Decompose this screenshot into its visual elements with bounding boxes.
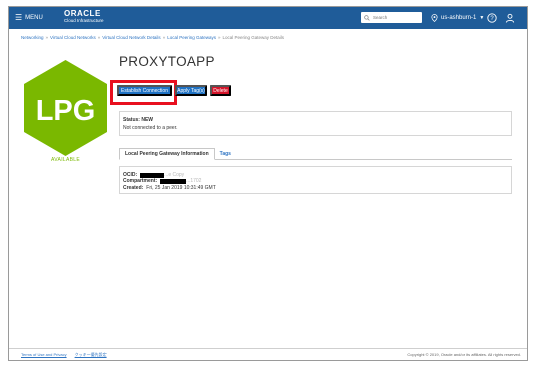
apply-tags-button[interactable]: Apply Tag(s)	[175, 85, 207, 96]
breadcrumb-current: Local Peering Gateway Details	[222, 35, 285, 40]
footer-links: Terms of Use and Privacy クッキー優先設定	[21, 352, 107, 358]
help-icon[interactable]: ?	[486, 12, 498, 24]
redacted-block	[160, 178, 187, 184]
cookie-preferences-link[interactable]: クッキー優先設定	[75, 352, 107, 358]
region-selector[interactable]: us-ashburn-1 ▼	[431, 7, 484, 29]
created-value: Fri, 25 Jan 2019 10:31:49 GMT	[146, 185, 216, 191]
delete-button[interactable]: Delete	[210, 85, 231, 96]
breadcrumb-vcn-details[interactable]: Virtual Cloud Network Details	[102, 35, 160, 40]
resource-state: AVAILABLE	[51, 157, 80, 163]
breadcrumb-vcns[interactable]: Virtual Cloud Networks	[50, 35, 96, 40]
menu-button[interactable]: ☰ MENU	[15, 7, 43, 29]
breadcrumb-networking[interactable]: Networking	[21, 35, 44, 40]
created-row: Created: Fri, 25 Jan 2019 10:31:49 GMT	[123, 185, 216, 191]
lpg-resource-icon: LPG	[24, 60, 107, 156]
status-value: NEW	[141, 117, 154, 123]
breadcrumb-lpgs[interactable]: Local Peering Gateways	[167, 35, 216, 40]
resource-icon-label: LPG	[36, 95, 96, 127]
chevron-down-icon: ▼	[479, 15, 485, 21]
console-window: ☰ MENU ORACLE Cloud Infrastructure us-as…	[8, 6, 528, 361]
breadcrumb: Networking» Virtual Cloud Networks» Virtua…	[21, 35, 285, 40]
svg-text:?: ?	[490, 16, 494, 22]
user-icon[interactable]	[504, 12, 516, 24]
lpg-information-panel: OCID: ...e Copy Compartment: ...1702 Cre…	[119, 166, 512, 194]
page-title: PROXYTOAPP	[119, 54, 215, 69]
search-icon	[364, 14, 370, 21]
copyright-notice: Copyright © 2019, Oracle and/or its affi…	[407, 352, 521, 357]
brand-subtitle: Cloud Infrastructure	[64, 18, 104, 23]
brand-name: ORACLE	[64, 9, 101, 18]
menu-label: MENU	[25, 15, 43, 21]
terms-link[interactable]: Terms of Use and Privacy	[21, 352, 67, 358]
location-pin-icon	[431, 14, 438, 22]
status-message: Not connected to a peer.	[123, 125, 178, 131]
hamburger-icon: ☰	[15, 13, 23, 22]
compartment-value-partial[interactable]: ...1702	[186, 178, 201, 184]
top-navigation-bar: ☰ MENU ORACLE Cloud Infrastructure us-as…	[9, 7, 527, 29]
redacted-block	[140, 172, 165, 178]
search-input[interactable]	[373, 15, 421, 20]
tab-lpg-information[interactable]: Local Peering Gateway Information	[119, 148, 215, 160]
compartment-row: Compartment: ...1702	[123, 178, 202, 184]
establish-connection-button[interactable]: Establish Connection	[117, 85, 172, 96]
status-line: Status: NEW	[123, 117, 154, 123]
oracle-logo[interactable]: ORACLE Cloud Infrastructure	[64, 10, 104, 24]
footer-divider	[9, 348, 527, 349]
status-panel: Status: NEW Not connected to a peer.	[119, 111, 512, 136]
region-label: us-ashburn-1	[441, 15, 477, 21]
search-box[interactable]	[361, 12, 422, 23]
